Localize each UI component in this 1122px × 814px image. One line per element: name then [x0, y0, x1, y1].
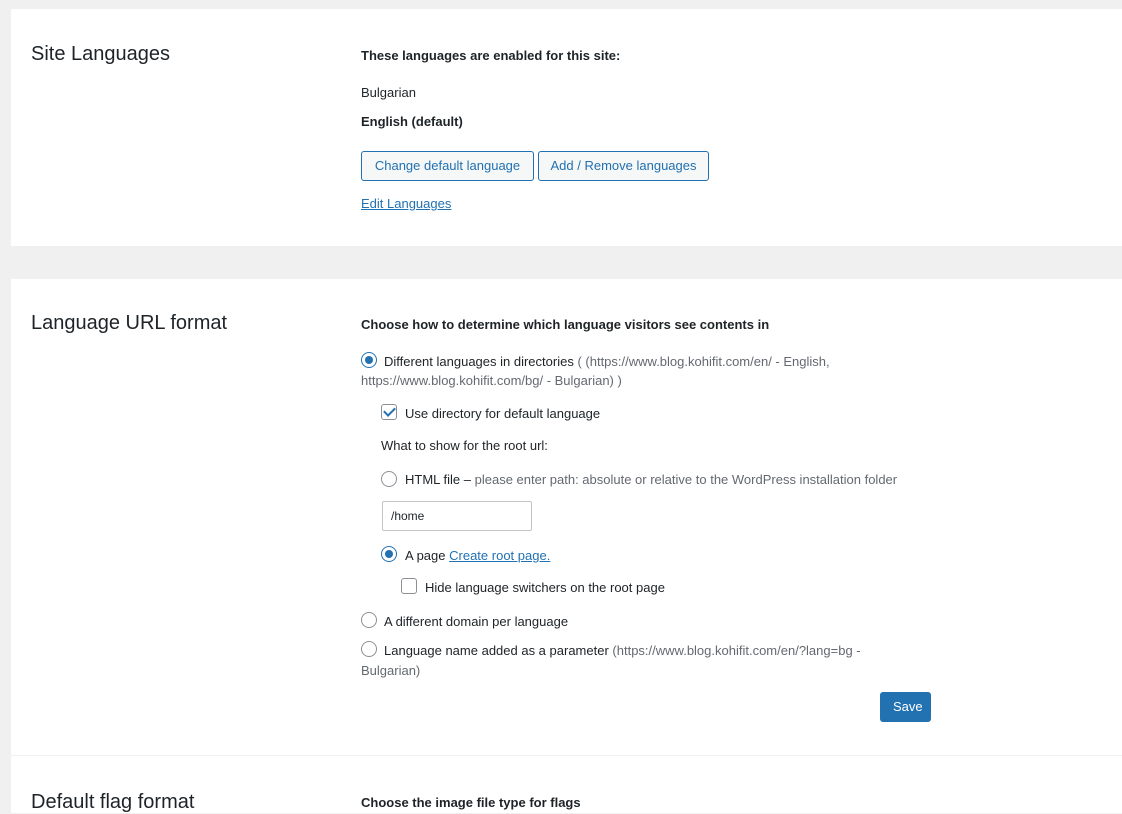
a-page-option[interactable]: A page Create root page. [405, 548, 550, 563]
directories-radio[interactable] [361, 352, 377, 368]
a-page-radio[interactable] [381, 546, 397, 562]
language-parameter-hint-line1: (https://www.blog.kohifit.com/en/?lang=b… [612, 643, 861, 658]
create-root-page-link[interactable]: Create root page. [449, 548, 550, 563]
enabled-languages-heading: These languages are enabled for this sit… [361, 48, 621, 63]
html-file-hint: please enter path: absolute or relative … [474, 472, 898, 487]
hide-switchers-checkbox[interactable] [401, 578, 417, 594]
default-flag-format-panel: Default flag format Choose the image fil… [11, 756, 1122, 813]
domain-per-language-radio[interactable] [361, 612, 377, 628]
html-file-path-input[interactable] [382, 501, 532, 531]
use-directory-default-label[interactable]: Use directory for default language [405, 406, 600, 421]
save-button[interactable]: Save [880, 692, 931, 722]
flag-format-heading: Choose the image file type for flags [361, 795, 581, 810]
use-directory-default-checkbox[interactable] [381, 404, 397, 420]
language-item-english-default: English (default) [361, 114, 463, 129]
site-languages-panel: Site Languages These languages are enabl… [11, 9, 1122, 246]
root-url-label: What to show for the root url: [381, 438, 548, 453]
edit-languages-link[interactable]: Edit Languages [361, 196, 451, 211]
a-page-label: A page [405, 548, 446, 563]
default-flag-format-title: Default flag format [31, 791, 195, 813]
site-languages-title: Site Languages [31, 43, 171, 65]
html-file-radio[interactable] [381, 471, 397, 487]
hide-switchers-label[interactable]: Hide language switchers on the root page [425, 580, 665, 595]
directories-hint-line2: https://www.blog.kohifit.com/bg/ - Bulga… [361, 373, 622, 388]
url-format-heading: Choose how to determine which language v… [361, 317, 770, 332]
directories-label: Different languages in directories [384, 354, 574, 369]
language-parameter-option[interactable]: Language name added as a parameter (http… [384, 643, 861, 658]
language-parameter-label: Language name added as a parameter [384, 643, 609, 658]
language-item-bulgarian: Bulgarian [361, 85, 416, 100]
language-url-format-title: Language URL format [31, 312, 228, 334]
add-remove-languages-button[interactable]: Add / Remove languages [538, 151, 709, 181]
language-parameter-radio[interactable] [361, 641, 377, 657]
domain-per-language-label[interactable]: A different domain per language [384, 614, 568, 629]
directories-option[interactable]: Different languages in directories ( (ht… [384, 354, 830, 369]
language-parameter-hint-line2: Bulgarian) [361, 663, 421, 678]
html-file-label: HTML file – [405, 472, 471, 487]
html-file-option[interactable]: HTML file – please enter path: absolute … [405, 472, 897, 487]
directories-hint-line1: ( (https://www.blog.kohifit.com/en/ - En… [577, 354, 830, 369]
change-default-language-button[interactable]: Change default language [361, 151, 534, 181]
language-url-format-panel: Language URL format Choose how to determ… [11, 279, 1122, 755]
